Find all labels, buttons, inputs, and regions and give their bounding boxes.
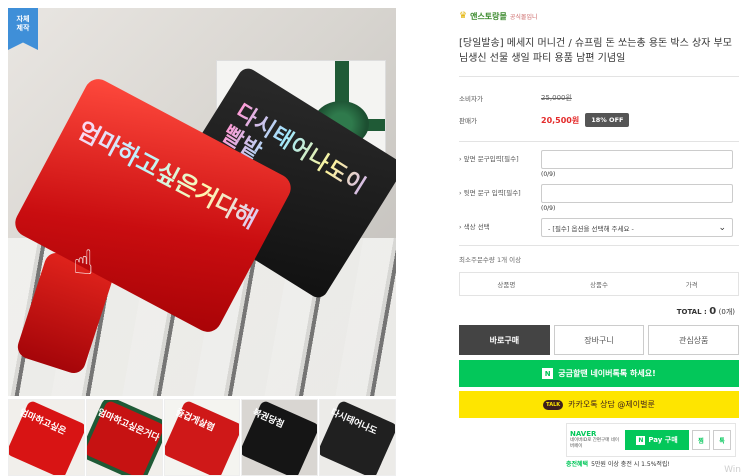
col-price: 가격: [685, 281, 698, 289]
naver-pay-buy-button[interactable]: N Pay 구매: [625, 430, 689, 450]
naver-wish-button[interactable]: 찜: [692, 430, 710, 450]
options-section: › 앞면 문구입력[필수] (0/9) › 뒷면 문구 입력[필수] (0/9)…: [459, 141, 739, 237]
front-text-count: (0/9): [541, 171, 556, 178]
cart-button[interactable]: 장바구니: [553, 325, 645, 355]
product-info-panel: ♛ 앤스토랑몰 공식몰입니 [당일발송] 메세지 머니건 / 슈프림 돈 쏘는총…: [459, 8, 740, 468]
color-label: › 색상 선택: [459, 223, 490, 231]
naver-pay-event: 충전혜택 5만원 이상 충전 시 1.5%적립!: [566, 459, 670, 468]
action-buttons: 바로구매 장바구니 관심상품: [459, 325, 740, 355]
consumer-price-value: 25,000원: [541, 94, 572, 102]
color-select[interactable]: - [필수] 옵션을 선택해 주세요 - ⌄: [541, 218, 733, 237]
naver-n-icon: N: [636, 435, 646, 445]
thumbnail-4[interactable]: 복권당첨: [241, 399, 319, 476]
back-text-option: › 뒷면 문구 입력[필수] (0/9): [459, 184, 739, 212]
crown-icon: ♛: [459, 11, 468, 21]
thumbnail-strip: 엄마하고싶은 엄마하고싶은거다 즐겁게살렴 복권당첨 다시태어나도: [8, 399, 396, 476]
consumer-price-label: 소비자가: [459, 95, 483, 103]
thumbnail-2[interactable]: 엄마하고싶은거다: [85, 399, 163, 476]
naver-pay-buy-label: Pay 구매: [648, 436, 678, 444]
buy-now-button[interactable]: 바로구매: [459, 325, 550, 355]
kakaotalk-label: 카카오톡 상담 @제이벌룬: [568, 400, 655, 409]
sale-price-value: 20,500원: [541, 115, 580, 125]
handmade-badge: 자체 제작: [8, 8, 38, 50]
sale-price-row: 판매가 20,500원 18% OFF: [459, 109, 739, 131]
product-title: [당일발송] 메세지 머니건 / 슈프림 돈 쏘는총 용돈 박스 상자 부모님생…: [459, 38, 732, 64]
front-text-option: › 앞면 문구입력[필수] (0/9): [459, 150, 739, 178]
color-option: › 색상 선택 - [필수] 옵션을 선택해 주세요 - ⌄: [459, 218, 739, 237]
brand-subtitle: 공식몰입니: [509, 13, 538, 21]
heart-hand-icon: ☝: [73, 243, 94, 283]
price-section: 소비자가 25,000원 판매가 20,500원 18% OFF: [459, 76, 739, 131]
col-quantity: 상품수: [590, 281, 608, 289]
product-main-image: 자체 제작 다시태어나도이빨밭 엄마하고싶은거다해 ☝: [8, 8, 396, 396]
thumbnail-3[interactable]: 즐겁게살렴: [163, 399, 241, 476]
thumbnail-5[interactable]: 다시태어나도: [319, 399, 396, 476]
naver-n-icon: N: [542, 368, 554, 379]
back-text-input[interactable]: [541, 184, 733, 203]
discount-badge: 18% OFF: [585, 113, 630, 127]
quantity-table-header: 상품명 상품수 가격: [459, 272, 739, 296]
total-value: 0: [709, 306, 717, 317]
kakao-talk-icon: TALK: [543, 399, 564, 410]
naver-logo: NAVER: [570, 430, 597, 438]
event-label: 충전혜택: [566, 461, 589, 468]
col-product-name: 상품명: [497, 281, 516, 289]
total-price: TOTAL : 0 (0개): [459, 306, 739, 317]
brand-name: 앤스토랑몰: [470, 11, 507, 21]
naver-talktalk-label: 궁금할땐 네이버톡톡 하세요!: [558, 369, 656, 378]
min-quantity-note: 최소주문수량 1개 이상: [459, 245, 739, 264]
front-text-input[interactable]: [541, 150, 733, 169]
naver-talk-small-button[interactable]: 톡: [713, 430, 731, 450]
naver-talktalk-button[interactable]: N 궁금할땐 네이버톡톡 하세요!: [459, 360, 739, 387]
back-text-count: (0/9): [541, 205, 556, 212]
event-text: 5만원 이상 충전 시 1.5%적립!: [591, 461, 670, 468]
thumbnail-1[interactable]: 엄마하고싶은: [8, 399, 85, 476]
naver-pay-info: NAVER 네이버ID로 간편구매 네이버페이: [570, 430, 622, 450]
naver-pay-box: NAVER 네이버ID로 간편구매 네이버페이 N Pay 구매 찜 톡: [566, 423, 736, 457]
back-text-label: › 뒷면 문구 입력[필수]: [459, 189, 521, 197]
consumer-price-row: 소비자가 25,000원: [459, 87, 739, 109]
chevron-down-icon: ⌄: [718, 222, 726, 233]
wishlist-button[interactable]: 관심상품: [648, 325, 740, 355]
os-watermark: Win: [724, 465, 741, 475]
kakaotalk-consult-button[interactable]: TALK 카카오톡 상담 @제이벌룬: [459, 391, 739, 418]
total-unit: (0개): [718, 308, 735, 316]
sale-price-label: 판매가: [459, 117, 477, 125]
naver-pay-desc: 네이버ID로 간편구매 네이버페이: [570, 438, 620, 449]
brand-logo[interactable]: ♛ 앤스토랑몰 공식몰입니: [459, 8, 739, 24]
total-label: TOTAL :: [676, 308, 710, 316]
color-select-value: - [필수] 옵션을 선택해 주세요 -: [548, 224, 634, 233]
front-text-label: › 앞면 문구입력[필수]: [459, 155, 519, 163]
